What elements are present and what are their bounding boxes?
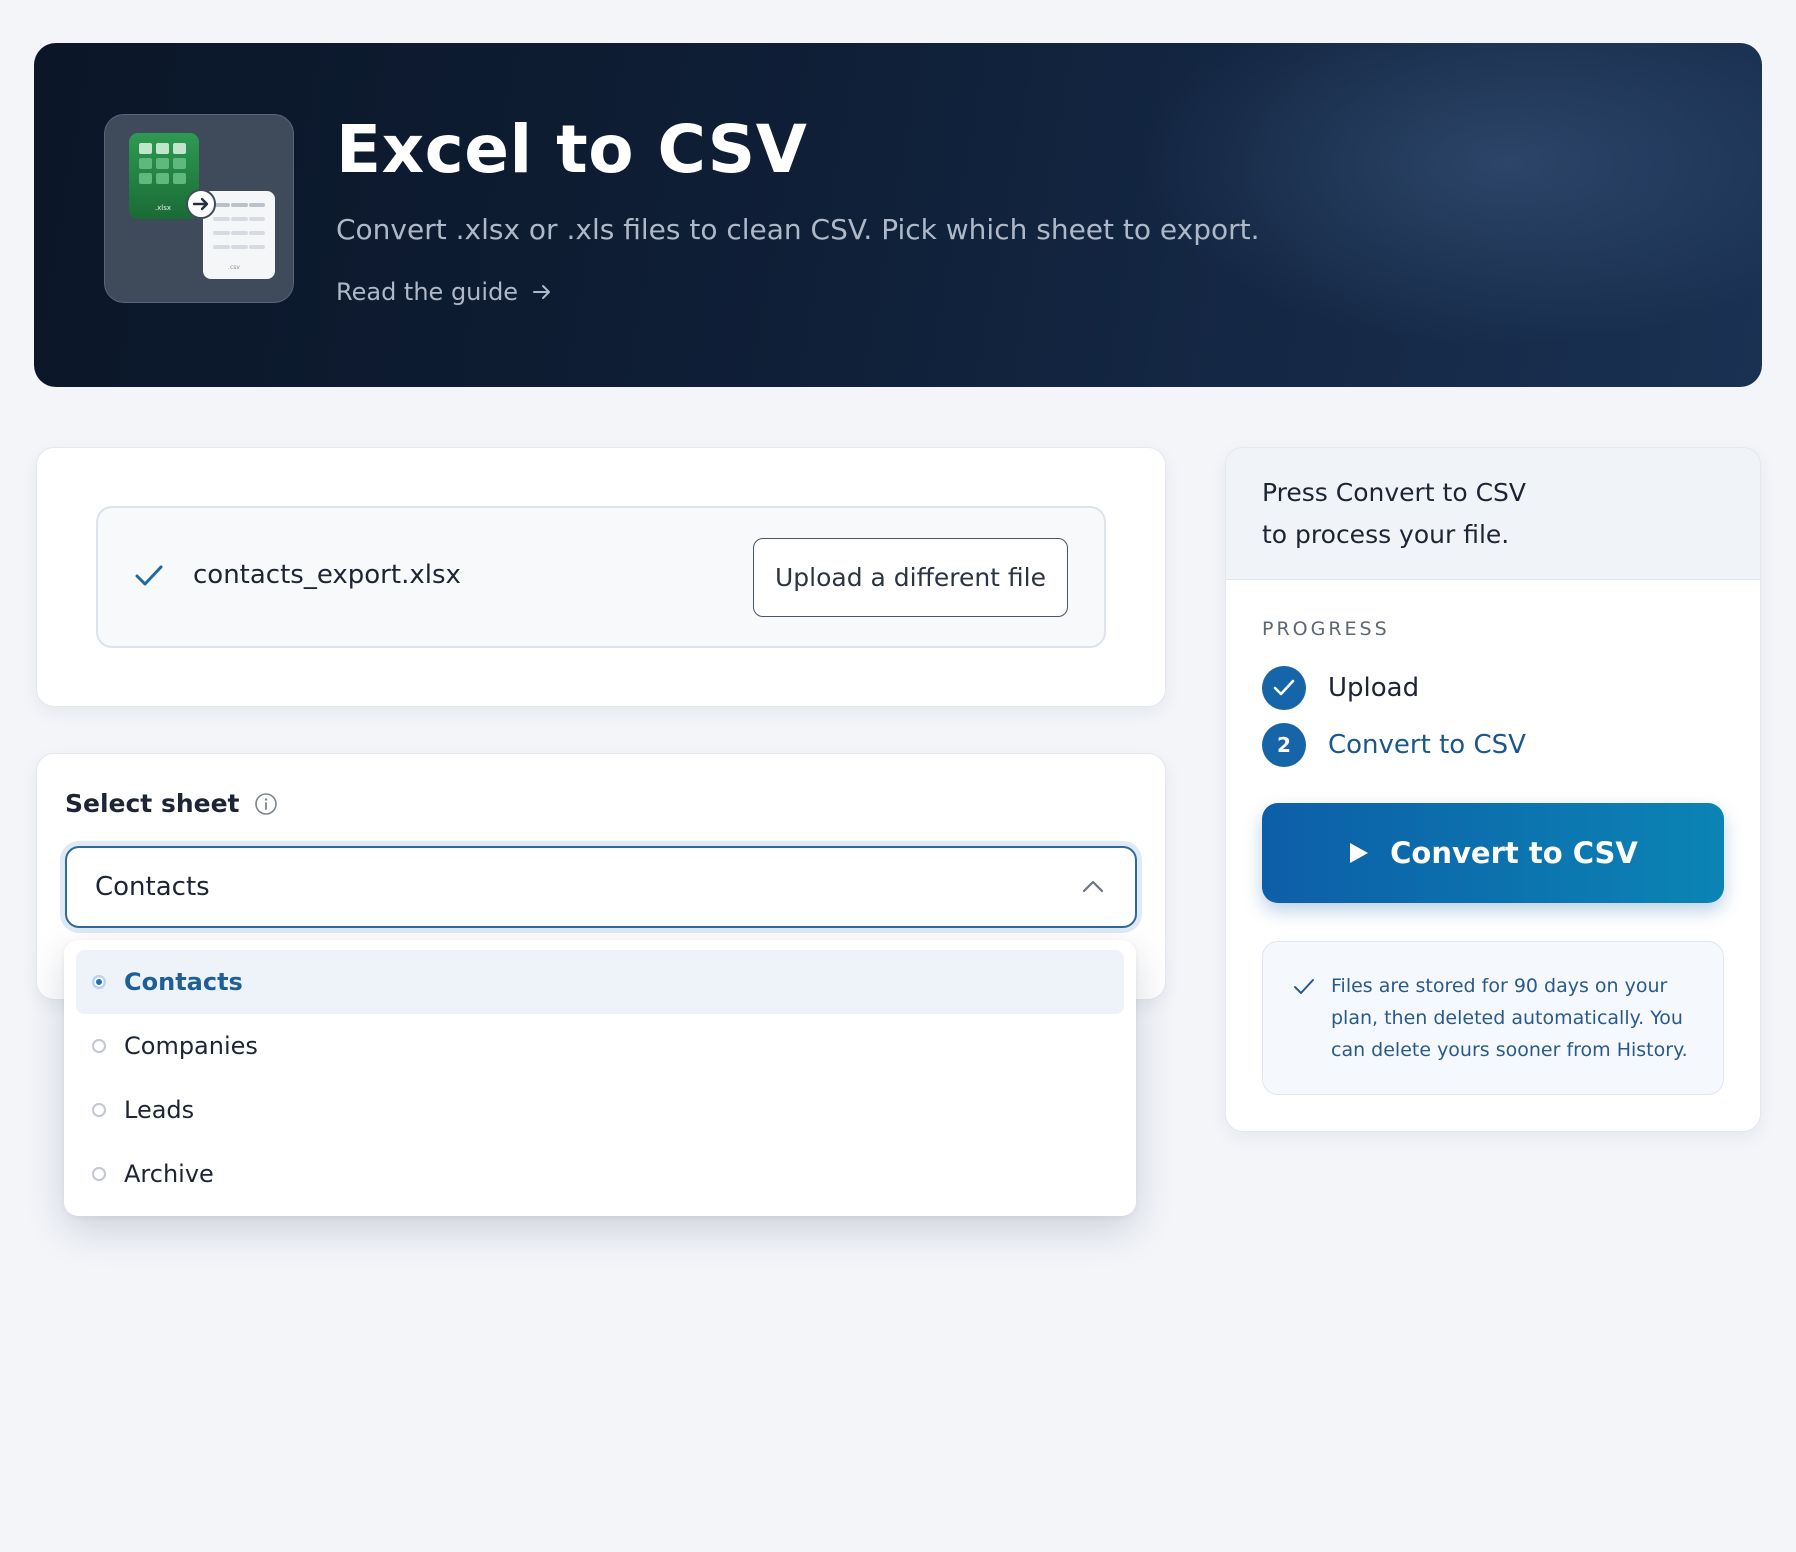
progress-sidebar: Press Convert to CSV to process your fil… — [1225, 447, 1761, 1132]
step-upload-label: Upload — [1328, 673, 1420, 703]
sheet-option-label: Archive — [124, 1160, 214, 1188]
convert-to-csv-button[interactable]: Convert to CSV — [1262, 803, 1724, 903]
sheet-option-companies[interactable]: Companies — [76, 1014, 1124, 1078]
sheet-option-label: Companies — [124, 1032, 258, 1060]
hero-banner: .xlsx .csv Excel to CSV Convert .xlsx or… — [34, 43, 1762, 387]
sheet-option-contacts[interactable]: Contacts — [76, 950, 1124, 1014]
info-icon[interactable] — [254, 792, 278, 816]
retention-info-text: Files are stored for 90 days on your pla… — [1331, 975, 1688, 1061]
upload-different-file-button[interactable]: Upload a different file — [753, 538, 1068, 617]
uploaded-file-box: contacts_export.xlsx Upload a different … — [96, 506, 1106, 648]
sheet-option-label: Contacts — [124, 968, 243, 996]
check-icon — [135, 565, 163, 586]
page-title: Excel to CSV — [336, 111, 808, 188]
uploaded-file-name: contacts_export.xlsx — [193, 560, 461, 590]
chevron-up-icon — [1082, 880, 1104, 893]
sidebar-hint-line-1: Press Convert to CSV — [1262, 478, 1527, 507]
sheet-option-leads[interactable]: Leads — [76, 1078, 1124, 1142]
excel-to-csv-app-icon: .xlsx .csv — [104, 114, 294, 303]
retention-info-box: Files are stored for 90 days on your pla… — [1262, 941, 1724, 1095]
check-icon — [1273, 679, 1295, 696]
select-sheet-label: Select sheet — [65, 789, 278, 818]
step-convert-label: Convert to CSV — [1328, 730, 1526, 760]
sheet-dropdown-menu: Contacts Companies Leads Archive — [64, 940, 1136, 1216]
select-sheet-text: Select sheet — [65, 789, 240, 818]
radio-empty-icon — [92, 1039, 106, 1053]
page-subtitle: Convert .xlsx or .xls files to clean CSV… — [336, 213, 1260, 246]
csv-badge-text: .csv — [228, 264, 240, 271]
upload-card: contacts_export.xlsx Upload a different … — [36, 447, 1166, 707]
read-guide-label: Read the guide — [336, 278, 519, 306]
xlsx-badge-text: .xlsx — [155, 204, 171, 212]
sidebar-hint: Press Convert to CSV to process your fil… — [1262, 472, 1526, 556]
radio-selected-icon — [92, 975, 106, 989]
sheet-select-value: Contacts — [95, 872, 210, 902]
step-upload: Upload — [1262, 666, 1419, 710]
step-convert: 2 Convert to CSV — [1262, 723, 1526, 767]
step-number-badge: 2 — [1262, 723, 1306, 767]
sidebar-hint-line-2: to process your file. — [1262, 520, 1510, 549]
sheet-option-archive[interactable]: Archive — [76, 1142, 1124, 1206]
page: .xlsx .csv Excel to CSV Convert .xlsx or… — [0, 0, 1796, 1552]
check-icon — [1294, 979, 1314, 994]
convert-button-label: Convert to CSV — [1390, 836, 1638, 870]
sidebar-header: Press Convert to CSV to process your fil… — [1226, 448, 1760, 580]
arrow-right-icon — [533, 285, 551, 299]
radio-empty-icon — [92, 1103, 106, 1117]
read-guide-link[interactable]: Read the guide — [336, 278, 552, 306]
progress-heading: PROGRESS — [1262, 618, 1390, 640]
sheet-select[interactable]: Contacts — [65, 846, 1137, 928]
play-icon — [1350, 843, 1369, 863]
radio-empty-icon — [92, 1167, 106, 1181]
sheet-option-label: Leads — [124, 1096, 195, 1124]
step-done-badge — [1262, 666, 1306, 710]
